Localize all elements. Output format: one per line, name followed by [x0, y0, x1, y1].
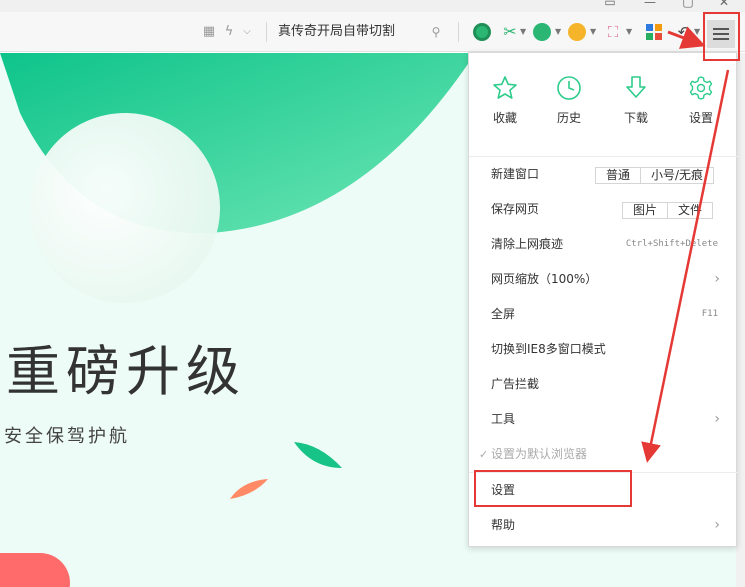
annotation-arrow-to-menu — [667, 26, 706, 49]
annotation-arrow-to-settings — [641, 69, 730, 463]
annotation-arrows — [641, 26, 730, 463]
